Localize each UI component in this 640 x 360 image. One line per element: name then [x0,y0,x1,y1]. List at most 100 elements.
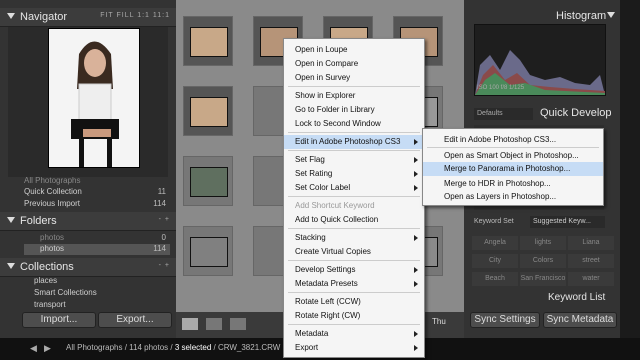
sort-label[interactable]: Thu [432,317,446,326]
keyword-tag[interactable]: Colors [520,254,566,268]
sync-settings-button[interactable]: Sync Settings [470,312,540,328]
folder-item-selected[interactable]: photos 114 [24,244,170,255]
collection-item[interactable]: transport [24,300,170,311]
photo-thumbnail[interactable] [190,167,228,197]
menu-separator [288,196,420,197]
keyword-tag[interactable]: lights [520,236,566,250]
menu-separator [288,228,420,229]
context-menu-item[interactable]: Open in Compare [284,57,424,71]
collection-item[interactable]: Smart Collections [24,288,170,299]
quick-develop-title[interactable]: Quick Develop [540,107,612,119]
folder-item[interactable]: photos 0 [24,233,170,244]
forward-arrow-icon[interactable]: ▶ [44,343,51,354]
submenu-arrow-icon [414,157,418,163]
import-button[interactable]: Import... [22,312,96,328]
context-menu-item[interactable]: Open in Survey [284,71,424,85]
menu-separator [288,324,420,325]
context-menu-item[interactable]: Set Color Label [284,181,424,195]
keyword-set-label: Keyword Set [474,218,514,225]
histogram-info: ISO 100 f/8 1/125 [477,85,525,91]
context-menu: Open in Loupe Open in Compare Open in Surv… [283,38,425,358]
context-menu-item[interactable]: Set Rating [284,167,424,181]
menu-separator [288,86,420,87]
context-menu-item[interactable]: Edit in Adobe Photoshop CS3 [284,135,424,149]
collapse-triangle-icon[interactable] [7,13,15,19]
submenu-arrow-icon [414,345,418,351]
grid-cell[interactable] [183,16,233,66]
catalog-row-quick-collection[interactable]: Quick Collection 11 [24,187,170,198]
histogram-title: Histogram [556,10,607,22]
context-menu-item[interactable]: Develop Settings [284,263,424,277]
submenu-arrow-icon [414,281,418,287]
keyword-list-title[interactable]: Keyword List [548,292,605,303]
context-menu-item[interactable]: Metadata Presets [284,277,424,291]
submenu-item[interactable]: Merge to HDR in Photoshop... [423,177,603,191]
context-menu-item[interactable]: Show in Explorer [284,89,424,103]
keyword-tag[interactable]: City [472,254,518,268]
collections-header[interactable]: Collections - + [0,258,176,277]
context-menu-item[interactable]: Set Flag [284,153,424,167]
submenu-arrow-icon [414,331,418,337]
context-menu-item[interactable]: Rotate Left (CCW) [284,295,424,309]
catalog-row-all[interactable]: All Photographs [24,176,170,187]
menu-separator [288,132,420,133]
navigator-header[interactable]: Navigator FIT FILL 1:1 11:1 [0,8,176,27]
menu-separator [427,147,599,148]
keyword-tag[interactable]: Angela [472,236,518,250]
keyword-tag[interactable]: Liana [568,236,614,250]
status-text: All Photographs / 114 photos / 3 selecte… [66,343,281,352]
submenu-arrow-icon [414,185,418,191]
keyword-set-select[interactable]: Suggested Keyw... [530,216,605,228]
context-menu-item[interactable]: Add to Quick Collection [284,213,424,227]
zoom-modes[interactable]: FIT FILL 1:1 11:1 [100,12,170,19]
context-menu-item[interactable]: Rotate Right (CW) [284,309,424,323]
context-menu-item[interactable]: Stacking [284,231,424,245]
compare-view-icon[interactable] [230,318,246,330]
navigator-title: Navigator [20,11,68,23]
submenu-arrow-icon [414,171,418,177]
photo-thumbnail[interactable] [190,97,228,127]
export-button[interactable]: Export... [98,312,172,328]
grid-view-icon[interactable] [182,318,198,330]
menu-separator [288,292,420,293]
sync-metadata-button[interactable]: Sync Metadata [543,312,617,328]
submenu-arrow-icon [414,267,418,273]
menu-separator [288,260,420,261]
submenu-arrow-icon [414,235,418,241]
keyword-tag[interactable]: water [568,272,614,286]
menu-separator [288,150,420,151]
collapse-triangle-icon[interactable] [607,12,615,18]
context-menu-item[interactable]: Go to Folder in Library [284,103,424,117]
photoshop-submenu: Edit in Adobe Photoshop CS3... Open as Sm… [422,128,604,206]
photo-thumbnail[interactable] [190,237,228,267]
collapse-triangle-icon[interactable] [7,263,15,269]
selected-count: 3 selected [174,343,212,352]
catalog-row-previous-import[interactable]: Previous Import 114 [24,199,170,210]
keyword-tag[interactable]: San Francisco [520,272,566,286]
context-menu-item[interactable]: Metadata [284,327,424,341]
preset-select[interactable]: Defaults [474,108,533,120]
collection-item[interactable]: places [24,276,170,287]
submenu-item[interactable]: Merge to Panorama in Photoshop... [423,162,603,176]
keyword-tag[interactable]: street [568,254,614,268]
submenu-item[interactable]: Edit in Adobe Photoshop CS3... [423,133,603,147]
submenu-item[interactable]: Open as Smart Object in Photoshop... [423,149,603,163]
context-menu-item[interactable]: Export [284,341,424,355]
histogram: ISO 100 f/8 1/125 [474,24,606,96]
context-menu-item[interactable]: Open in Loupe [284,43,424,57]
grid-cell[interactable] [183,226,233,276]
photo-thumbnail[interactable] [190,27,228,57]
context-menu-item[interactable]: Create Virtual Copies [284,245,424,259]
submenu-item[interactable]: Open as Layers in Photoshop... [423,190,603,204]
context-menu-item: Add Shortcut Keyword [295,201,375,210]
context-menu-item[interactable]: Lock to Second Window [284,117,424,131]
keyword-tag[interactable]: Beach [472,272,518,286]
folders-header[interactable]: Folders - + [0,212,176,231]
collapse-triangle-icon[interactable] [7,217,15,223]
navigator-photo [48,28,140,168]
grid-cell[interactable] [183,86,233,136]
submenu-arrow-icon [414,139,418,145]
grid-cell[interactable] [183,156,233,206]
loupe-view-icon[interactable] [206,318,222,330]
back-arrow-icon[interactable]: ◀ [30,343,37,354]
